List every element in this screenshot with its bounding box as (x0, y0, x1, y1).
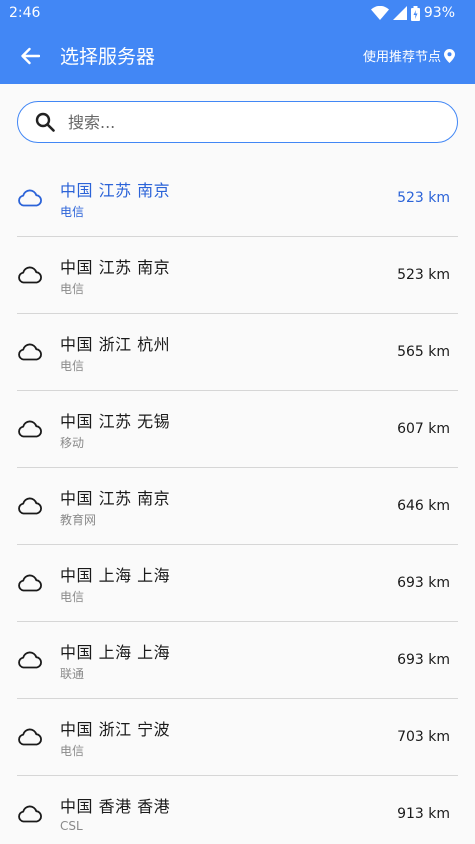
cloud-icon (18, 420, 42, 438)
server-isp: 联通 (60, 667, 85, 681)
use-recommended-label: 使用推荐节点 (362, 50, 441, 65)
location-pin-icon (444, 48, 455, 63)
server-distance: 565 km (397, 344, 450, 360)
server-distance: 693 km (397, 652, 450, 668)
cloud-icon (18, 728, 42, 746)
server-location: 中国 浙江 宁波 (60, 720, 171, 739)
back-button[interactable] (14, 40, 46, 72)
server-isp: 电信 (60, 205, 85, 219)
server-row[interactable]: 中国 江苏 南京教育网 646 km (17, 468, 458, 545)
search-box[interactable] (17, 101, 458, 143)
cloud-icon (18, 497, 42, 515)
server-isp: 电信 (60, 744, 85, 758)
cloud-icon (18, 651, 42, 669)
server-distance: 646 km (397, 498, 450, 514)
use-recommended-button[interactable]: 使用推荐节点 (363, 46, 455, 65)
server-row[interactable]: 中国 江苏 南京电信 523 km (17, 237, 458, 314)
cellular-signal-icon (392, 6, 407, 20)
server-location: 中国 香港 香港 (60, 797, 171, 816)
server-isp: 电信 (60, 359, 85, 373)
wifi-icon (370, 6, 389, 20)
server-location: 中国 上海 上海 (60, 643, 171, 662)
server-isp: CSL (60, 819, 83, 833)
server-isp: 电信 (60, 590, 85, 604)
battery-level: 93% (423, 5, 455, 21)
server-row[interactable]: 中国 浙江 宁波电信 703 km (17, 699, 458, 776)
status-icons: 93% (370, 5, 455, 21)
server-location: 中国 江苏 南京 (60, 489, 171, 508)
server-isp: 电信 (60, 282, 85, 296)
search-input[interactable] (68, 112, 408, 132)
server-list: 中国 江苏 南京 电信 523 km 中国 江苏 南京 电信 523 km 中国 浙江 杭州… (17, 160, 458, 844)
server-distance: 523 km (397, 190, 450, 206)
arrow-back-icon (21, 47, 40, 65)
server-distance: 523 km (397, 267, 450, 283)
cloud-icon (18, 805, 42, 823)
status-time: 2:46 (9, 5, 41, 21)
status-bar: 2:46 93% (0, 0, 475, 28)
server-location: 中国 上海 上海 (60, 566, 171, 585)
server-row[interactable]: 中国 江苏 无锡移动 607 km (17, 391, 458, 468)
cloud-icon (18, 266, 42, 284)
cloud-icon (18, 574, 42, 592)
server-row[interactable]: 中国 香港 香港 CSL 913 km (17, 776, 458, 844)
server-isp: 移动 (60, 436, 85, 450)
cloud-icon (18, 343, 42, 361)
battery-icon (410, 5, 420, 21)
page-title: 选择服务器 (60, 46, 156, 68)
server-location: 中国 江苏 南京 (60, 258, 171, 277)
top-bar: 2:46 93% 选择服务器 使用推荐节点 (0, 0, 475, 84)
cloud-icon (18, 189, 42, 207)
server-row[interactable]: 中国 上海 上海电信 693 km (17, 545, 458, 622)
server-location: 中国 浙江 杭州 (60, 335, 171, 354)
server-row[interactable]: 中国 浙江 杭州电信 565 km (17, 314, 458, 391)
server-row[interactable]: 中国 江苏 南京电信 523 km (17, 160, 458, 237)
server-distance: 703 km (397, 729, 450, 745)
app-bar: 选择服务器 使用推荐节点 (0, 28, 475, 84)
server-location: 中国 江苏 南京 (60, 181, 171, 200)
server-distance: 693 km (397, 575, 450, 591)
server-distance: 913 km (397, 806, 450, 822)
server-isp: 教育网 (60, 513, 97, 527)
search-icon (34, 111, 56, 133)
server-row[interactable]: 中国 上海 上海联通 693 km (17, 622, 458, 699)
server-distance: 607 km (397, 421, 450, 437)
server-location: 中国 江苏 无锡 (60, 412, 171, 431)
